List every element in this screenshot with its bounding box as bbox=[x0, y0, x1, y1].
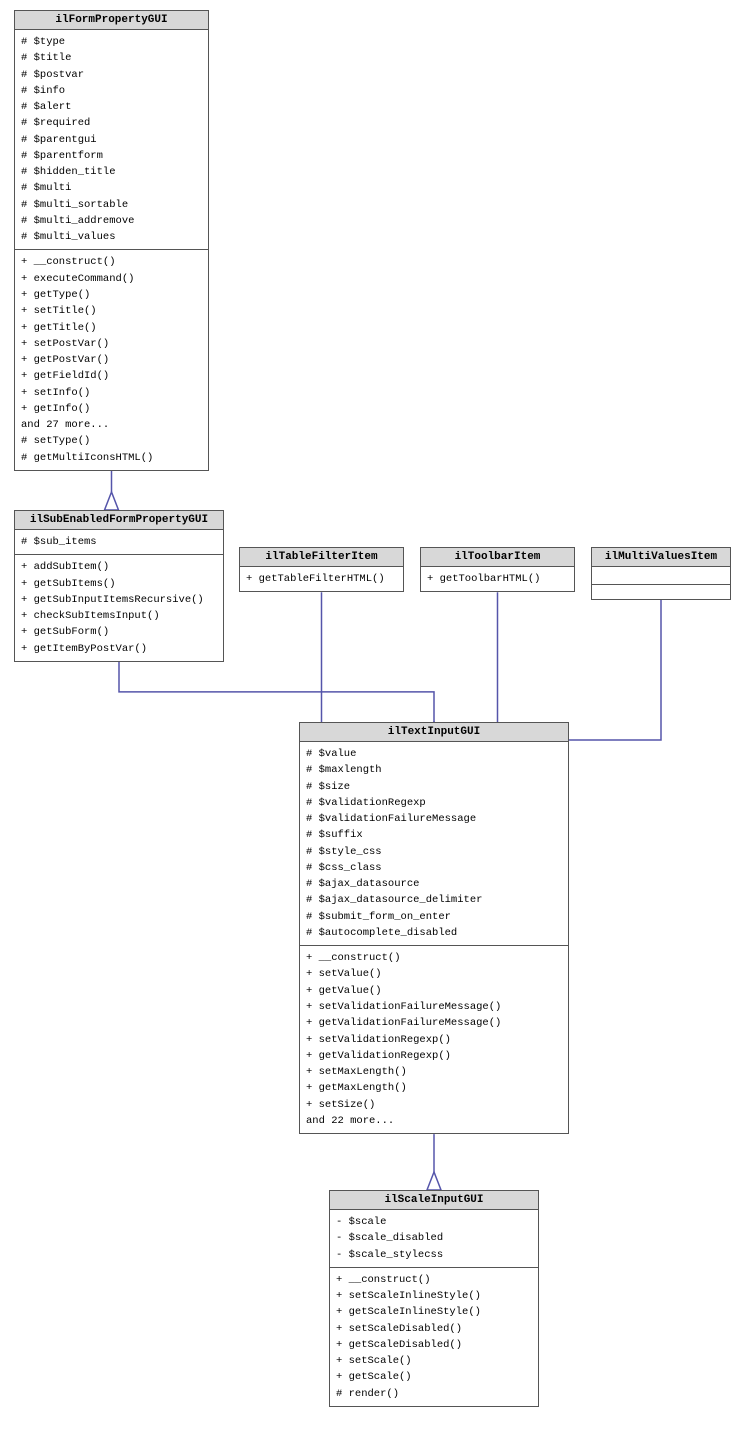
ilScaleInputGUI-header: ilScaleInputGUI bbox=[330, 1191, 538, 1210]
ilMultiValuesItem-properties bbox=[592, 567, 730, 585]
ilTextInputGUI-properties: # $value # $maxlength # $size # $validat… bbox=[300, 742, 568, 946]
ilMultiValuesItem-box: ilMultiValuesItem bbox=[591, 547, 731, 600]
ilFormPropertyGUI-properties: # $type # $title # $postvar # $info # $a… bbox=[15, 30, 208, 250]
ilMultiValuesItem-methods bbox=[592, 585, 730, 599]
ilScaleInputGUI-box: ilScaleInputGUI - $scale - $scale_disabl… bbox=[329, 1190, 539, 1407]
ilToolbarItem-methods: + getToolbarHTML() bbox=[421, 567, 574, 591]
ilTextInputGUI-header: ilTextInputGUI bbox=[300, 723, 568, 742]
ilFormPropertyGUI-header: ilFormPropertyGUI bbox=[15, 11, 208, 30]
ilSubEnabledFormPropertyGUI-methods: + addSubItem() + getSubItems() + getSubI… bbox=[15, 555, 223, 661]
ilMultiValuesItem-header: ilMultiValuesItem bbox=[592, 548, 730, 567]
ilScaleInputGUI-properties: - $scale - $scale_disabled - $scale_styl… bbox=[330, 1210, 538, 1268]
ilFormPropertyGUI-box: ilFormPropertyGUI # $type # $title # $po… bbox=[14, 10, 209, 471]
ilTextInputGUI-methods: + __construct() + setValue() + getValue(… bbox=[300, 946, 568, 1133]
ilSubEnabledFormPropertyGUI-box: ilSubEnabledFormPropertyGUI # $sub_items… bbox=[14, 510, 224, 662]
ilToolbarItem-header: ilToolbarItem bbox=[421, 548, 574, 567]
diagram-container: ilFormPropertyGUI # $type # $title # $po… bbox=[0, 0, 744, 1429]
ilTableFilterItem-header: ilTableFilterItem bbox=[240, 548, 403, 567]
ilTableFilterItem-methods: + getTableFilterHTML() bbox=[240, 567, 403, 591]
ilTextInputGUI-box: ilTextInputGUI # $value # $maxlength # $… bbox=[299, 722, 569, 1134]
ilSubEnabledFormPropertyGUI-properties: # $sub_items bbox=[15, 530, 223, 555]
ilSubEnabledFormPropertyGUI-header: ilSubEnabledFormPropertyGUI bbox=[15, 511, 223, 530]
ilTableFilterItem-box: ilTableFilterItem + getTableFilterHTML() bbox=[239, 547, 404, 592]
ilFormPropertyGUI-methods: + __construct() + executeCommand() + get… bbox=[15, 250, 208, 469]
ilToolbarItem-box: ilToolbarItem + getToolbarHTML() bbox=[420, 547, 575, 592]
ilScaleInputGUI-methods: + __construct() + setScaleInlineStyle() … bbox=[330, 1268, 538, 1406]
